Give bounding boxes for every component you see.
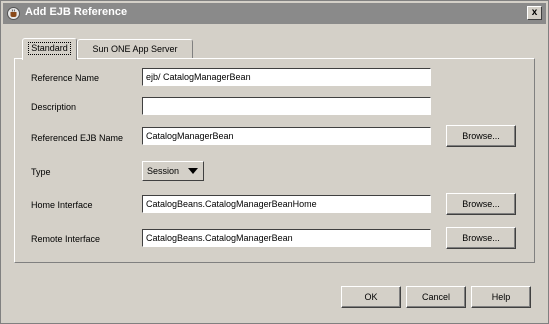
reference-name-input[interactable]: ejb/ CatalogManagerBean <box>142 68 431 86</box>
remote-interface-input[interactable]: CatalogBeans.CatalogManagerBean <box>142 229 431 247</box>
cancel-button[interactable]: Cancel <box>406 286 466 308</box>
tab-standard-label: Standard <box>28 42 71 55</box>
title-bar[interactable]: Add EJB Reference x <box>3 3 546 24</box>
chevron-down-icon <box>188 168 198 174</box>
referenced-ejb-name-input[interactable]: CatalogManagerBean <box>142 127 431 145</box>
type-label: Type <box>31 167 51 177</box>
home-interface-input[interactable]: CatalogBeans.CatalogManagerBeanHome <box>142 195 431 213</box>
type-select[interactable]: Session <box>142 161 204 181</box>
tab-standard[interactable]: Standard <box>22 38 77 60</box>
help-button-label: Help <box>491 292 511 302</box>
tab-sun-one-app-server[interactable]: Sun ONE App Server <box>77 39 193 59</box>
coffee-cup-icon <box>7 7 20 20</box>
browse-referenced-ejb-button[interactable]: Browse... <box>446 125 516 147</box>
browse-home-interface-button[interactable]: Browse... <box>446 193 516 215</box>
cancel-button-label: Cancel <box>421 292 450 302</box>
close-icon: x <box>531 7 538 18</box>
description-input[interactable] <box>142 97 431 115</box>
tab-sun-one-app-server-label: Sun ONE App Server <box>92 44 178 54</box>
help-button[interactable]: Help <box>471 286 531 308</box>
window-title: Add EJB Reference <box>25 6 128 18</box>
browse-remote-interface-label: Browse... <box>462 233 500 243</box>
browse-referenced-ejb-label: Browse... <box>462 131 500 141</box>
reference-name-label: Reference Name <box>31 73 100 83</box>
add-ejb-reference-dialog: Add EJB Reference x Standard Sun ONE App… <box>0 0 549 324</box>
description-label: Description <box>31 102 77 112</box>
browse-home-interface-label: Browse... <box>462 199 500 209</box>
home-interface-label: Home Interface <box>31 200 93 210</box>
browse-remote-interface-button[interactable]: Browse... <box>446 227 516 249</box>
type-select-value: Session <box>147 166 180 176</box>
referenced-ejb-name-label: Referenced EJB Name <box>31 133 124 143</box>
close-button[interactable]: x <box>527 6 542 20</box>
ok-button[interactable]: OK <box>341 286 401 308</box>
remote-interface-label: Remote Interface <box>31 234 101 244</box>
ok-button-label: OK <box>364 292 378 302</box>
